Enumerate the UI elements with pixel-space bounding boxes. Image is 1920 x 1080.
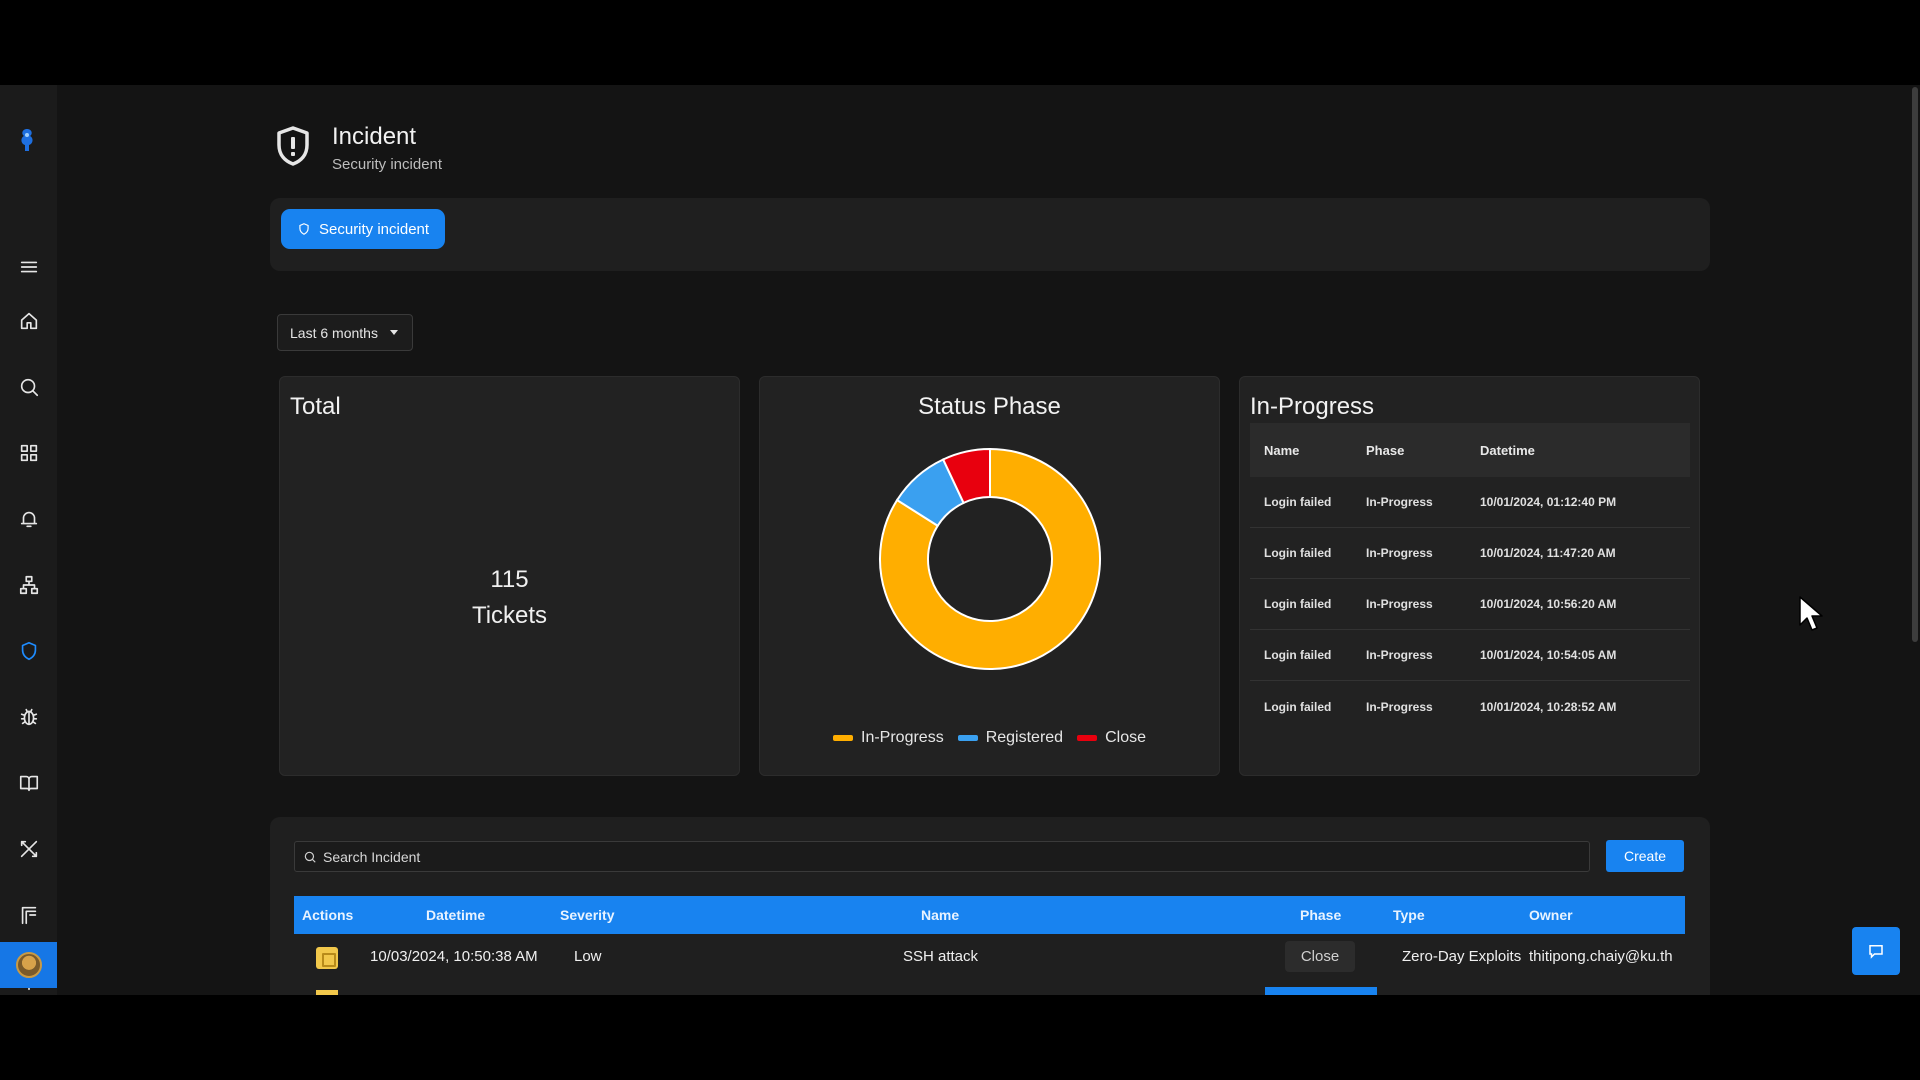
cell-phase: In-Progress (1366, 699, 1433, 714)
cell-type: Zero-Day Exploits (1402, 948, 1522, 965)
chart-legend: In-Progress Registered Close (760, 729, 1219, 747)
cell-severity: Low (574, 948, 602, 965)
column-header-datetime[interactable]: Datetime (426, 896, 485, 934)
cell-phase: In-Progress (1366, 648, 1433, 662)
column-header: Phase (1366, 442, 1405, 458)
avatar[interactable] (0, 942, 57, 988)
total-card-title: Total (290, 393, 341, 420)
cell-owner: thitipong.chaiy@ku.th (1529, 948, 1673, 965)
legend-label: Close (1105, 729, 1146, 746)
next-row-phase-badge[interactable] (1265, 987, 1377, 995)
search-icon (304, 851, 316, 863)
table-header: Name Phase Datetime (1250, 423, 1690, 477)
legend-item-close[interactable]: Close (1077, 729, 1146, 747)
page-title: Incident (332, 123, 417, 150)
column-header-type[interactable]: Type (1393, 896, 1425, 934)
book-icon[interactable] (0, 761, 57, 805)
chat-button[interactable] (1852, 927, 1900, 975)
total-count-display: 115 Tickets (280, 562, 739, 634)
search-box[interactable] (294, 841, 1590, 872)
legend-swatch (957, 735, 978, 741)
cell-phase: In-Progress (1366, 597, 1433, 611)
home-icon[interactable] (0, 299, 57, 343)
app-window: Incident Security incident Security inci… (0, 85, 1920, 995)
scrollbar-thumb[interactable] (1912, 87, 1918, 642)
legend-swatch (833, 735, 853, 741)
page-subtitle: Security incident (332, 156, 443, 173)
column-header-name[interactable]: Name (921, 896, 959, 934)
cell-name: Login failed (1264, 648, 1332, 662)
scrollbar[interactable] (1910, 85, 1920, 995)
create-button[interactable]: Create (1606, 840, 1684, 872)
search-icon[interactable] (0, 365, 57, 409)
in-progress-card-title: In-Progress (1250, 393, 1375, 420)
sidebar (0, 85, 57, 995)
cell-name: Login failed (1264, 546, 1332, 560)
time-range-value: Last 6 months (290, 324, 378, 341)
caret-down-icon (389, 330, 398, 335)
shield-icon (299, 223, 309, 235)
cell-phase: In-Progress (1366, 546, 1433, 560)
column-header-actions[interactable]: Actions (302, 896, 353, 934)
shield-icon[interactable] (0, 629, 57, 673)
total-card: Total 115 Tickets (279, 376, 740, 776)
cell-name: Login failed (1264, 699, 1332, 714)
next-row-edit-icon[interactable] (316, 990, 338, 995)
cell-datetime: 10/01/2024, 10:28:52 AM (1480, 699, 1617, 714)
cell-datetime: 10/03/2024, 10:50:38 AM (370, 948, 538, 965)
table-row[interactable]: Login failed In-Progress 10/01/2024, 01:… (1250, 477, 1690, 528)
cell-datetime: 10/01/2024, 01:12:40 PM (1480, 495, 1617, 509)
table-row[interactable]: 10/03/2024, 10:50:38 AM Low SSH attack C… (294, 934, 1685, 980)
logo-icon (21, 129, 33, 151)
table-row[interactable]: Login failed In-Progress 10/01/2024, 10:… (1250, 681, 1690, 732)
incident-list-panel: Create Actions Datetime Severity Name Ph… (270, 817, 1710, 995)
tab-label: Security incident (319, 220, 430, 238)
grid-icon[interactable] (0, 431, 57, 475)
cell-datetime: 10/01/2024, 10:56:20 AM (1480, 597, 1617, 611)
time-range-select[interactable]: Last 6 months (277, 314, 413, 351)
table-row[interactable]: Login failed In-Progress 10/01/2024, 10:… (1250, 579, 1690, 630)
tools-icon[interactable] (0, 827, 57, 871)
cell-datetime: 10/01/2024, 11:47:20 AM (1480, 546, 1616, 560)
column-header-phase[interactable]: Phase (1300, 896, 1341, 934)
column-header: Name (1264, 442, 1300, 458)
search-input[interactable] (323, 848, 1523, 865)
network-icon[interactable] (0, 563, 57, 607)
avatar-image (15, 952, 42, 978)
table-row[interactable]: Login failed In-Progress 10/01/2024, 11:… (1250, 528, 1690, 579)
edit-icon[interactable] (316, 947, 338, 969)
flow-icon[interactable] (0, 893, 57, 937)
column-header-owner[interactable]: Owner (1529, 896, 1573, 934)
status-donut-chart (879, 447, 1101, 670)
legend-item-in-progress[interactable]: In-Progress (833, 729, 944, 747)
legend-swatch (1077, 735, 1098, 741)
bell-icon[interactable] (0, 497, 57, 541)
mouse-cursor-icon (1799, 596, 1823, 631)
column-header-severity[interactable]: Severity (560, 896, 614, 934)
status-card-title: Status Phase (918, 393, 1061, 420)
cell-name: Login failed (1264, 597, 1332, 611)
in-progress-card: In-Progress Name Phase Datetime Login fa… (1239, 376, 1700, 776)
bug-icon[interactable] (0, 695, 57, 739)
legend-label: In-Progress (861, 729, 944, 746)
phase-badge[interactable]: Close (1285, 941, 1355, 972)
menu-icon[interactable] (0, 245, 57, 289)
total-count: 115 (490, 566, 529, 593)
column-header: Datetime (1480, 442, 1535, 458)
status-phase-card: Status Phase In-Progress Registered Clos… (759, 376, 1220, 776)
in-progress-table: Name Phase Datetime Login failed In-Prog… (1250, 423, 1690, 732)
incident-table-header: Actions Datetime Severity Name Phase Typ… (294, 896, 1685, 934)
chat-icon (1869, 945, 1883, 959)
legend-label: Registered (985, 729, 1064, 746)
tab-security-incident[interactable]: Security incident (281, 209, 446, 249)
shield-alert-icon (277, 126, 309, 166)
total-unit: Tickets (471, 602, 548, 629)
tab-bar: Security incident (270, 198, 1710, 271)
table-row[interactable]: Login failed In-Progress 10/01/2024, 10:… (1250, 630, 1690, 681)
cell-name: Login failed (1264, 495, 1332, 509)
cell-name: SSH attack (903, 948, 979, 965)
cell-datetime: 10/01/2024, 10:54:05 AM (1480, 648, 1617, 662)
cell-phase: In-Progress (1366, 495, 1433, 509)
legend-item-registered[interactable]: Registered (957, 729, 1064, 747)
